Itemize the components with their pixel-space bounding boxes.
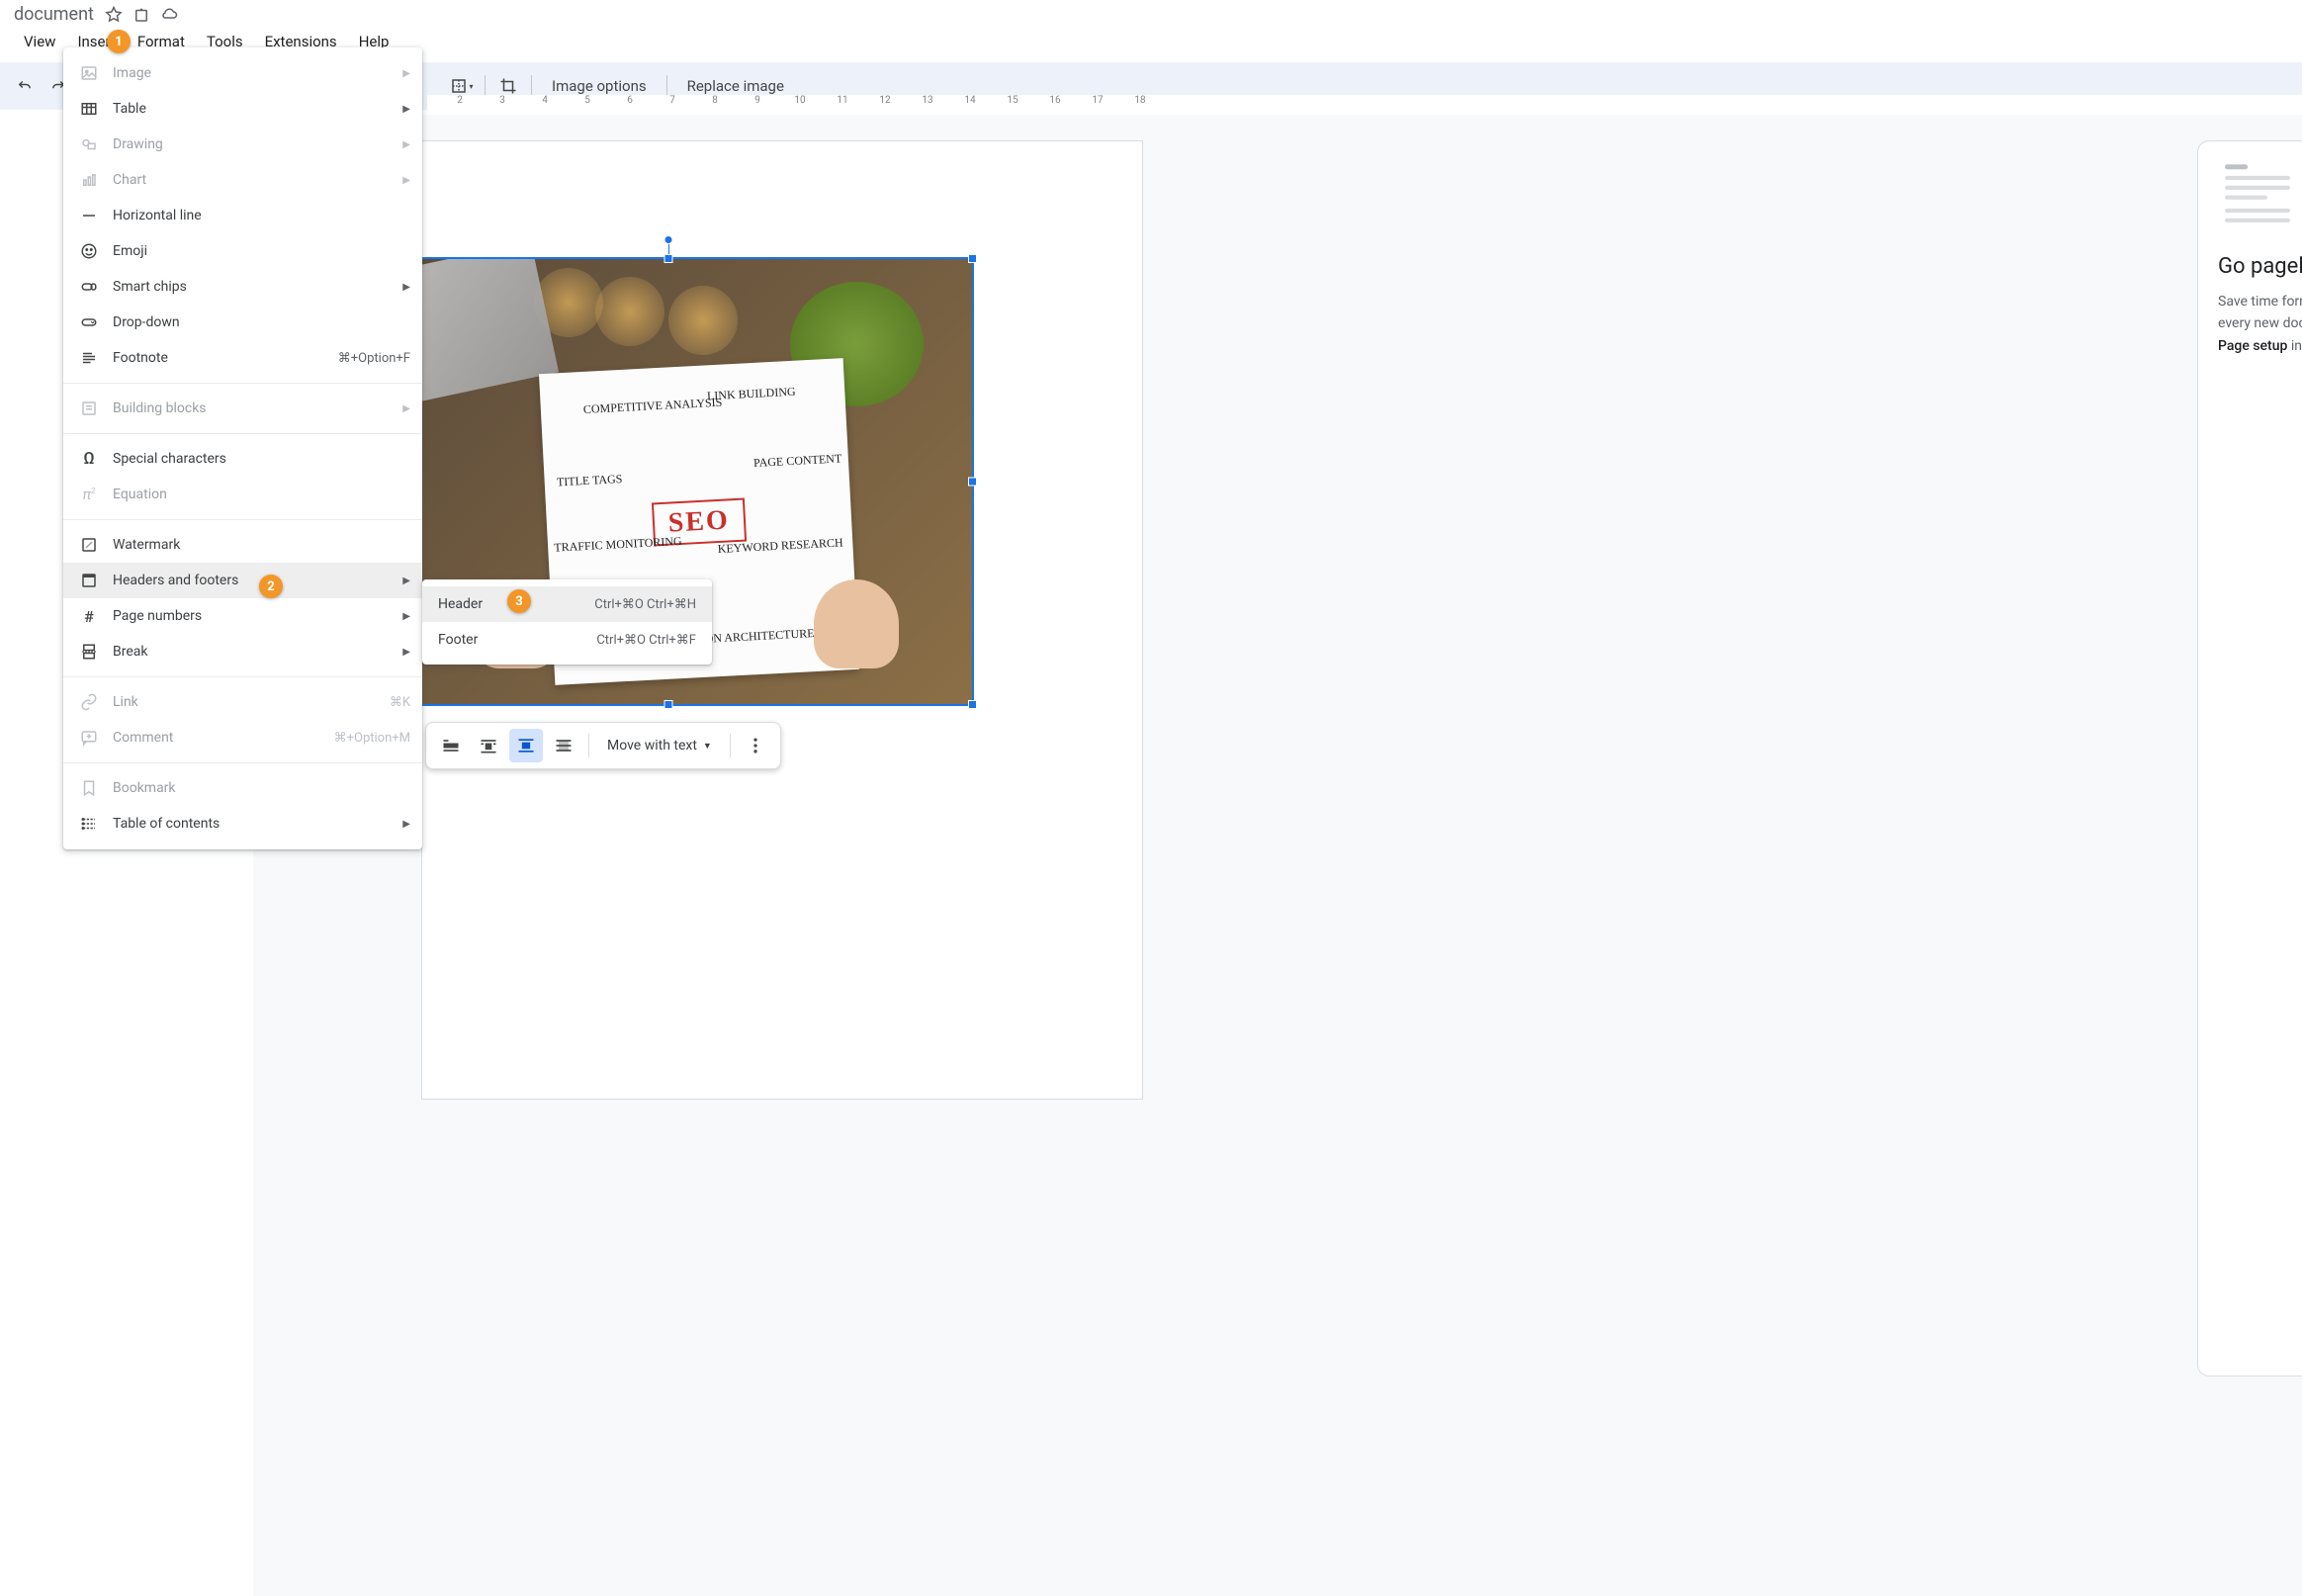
insert-chart: Chart▶ — [63, 162, 422, 198]
insert-headers-and-footers[interactable]: Headers and footers▶ — [63, 563, 422, 598]
wrap-text-button[interactable] — [472, 729, 505, 762]
callout-1: 1 — [107, 30, 131, 53]
chevron-right-icon: ▶ — [402, 175, 410, 186]
image-float-toolbar: Move with text▼ — [425, 722, 781, 769]
document-title[interactable]: document — [14, 4, 94, 25]
insert-comment: Comment⌘+Option+M — [63, 720, 422, 755]
chevron-right-icon: ▶ — [402, 611, 410, 622]
chevron-right-icon: ▶ — [402, 403, 410, 414]
blocks-icon — [79, 399, 99, 418]
callout-3: 3 — [507, 589, 531, 613]
chevron-right-icon: ▶ — [402, 68, 410, 79]
chevron-right-icon: ▶ — [402, 104, 410, 115]
behind-text-button[interactable] — [547, 729, 580, 762]
footnote-icon — [79, 348, 99, 368]
chips-icon — [79, 277, 99, 297]
insert-drop-down[interactable]: Drop-down — [63, 305, 422, 340]
insert-table[interactable]: Table▶ — [63, 91, 422, 127]
chevron-right-icon: ▶ — [402, 819, 410, 830]
comment-icon — [79, 728, 99, 748]
insert-dropdown-menu: Image▶Table▶Drawing▶Chart▶Horizontal lin… — [63, 47, 422, 849]
rotate-handle[interactable] — [664, 235, 672, 244]
resize-handle[interactable] — [664, 254, 672, 263]
resize-handle[interactable] — [968, 700, 977, 709]
image-icon — [79, 63, 99, 83]
insert-drawing: Drawing▶ — [63, 127, 422, 162]
cloud-icon[interactable] — [159, 5, 179, 25]
insert-break[interactable]: Break▶ — [63, 634, 422, 669]
insert-horizontal-line[interactable]: Horizontal line — [63, 198, 422, 233]
submenu-header[interactable]: HeaderCtrl+⌘O Ctrl+⌘H — [422, 586, 712, 622]
chevron-right-icon: ▶ — [402, 576, 410, 586]
insert-table-of-contents[interactable]: Table of contents▶ — [63, 806, 422, 842]
move-icon[interactable] — [132, 5, 151, 25]
callout-2: 2 — [259, 575, 283, 598]
insert-page-numbers[interactable]: #Page numbers▶ — [63, 598, 422, 634]
undo-button[interactable] — [10, 71, 40, 101]
link-icon — [79, 692, 99, 712]
resize-handle[interactable] — [664, 700, 672, 709]
pageless-title: Go pagele — [2218, 254, 2302, 279]
star-icon[interactable] — [104, 5, 124, 25]
insert-building-blocks: Building blocks▶ — [63, 391, 422, 426]
chart-icon — [79, 170, 99, 190]
pageless-side-card: Go pagele Save time forma every new docu… — [2197, 140, 2302, 1376]
insert-link: Link⌘K — [63, 684, 422, 720]
break-icon — [79, 642, 99, 662]
submenu-footer[interactable]: FooterCtrl+⌘O Ctrl+⌘F — [422, 622, 712, 658]
toc-icon — [79, 814, 99, 834]
break-text-button[interactable] — [509, 729, 543, 762]
bookmark-icon — [79, 778, 99, 798]
headers-icon — [79, 571, 99, 590]
insert-smart-chips[interactable]: Smart chips▶ — [63, 269, 422, 305]
resize-handle[interactable] — [968, 478, 977, 487]
menu-view[interactable]: View — [14, 29, 65, 54]
chevron-right-icon: ▶ — [402, 647, 410, 658]
hr-icon — [79, 206, 99, 225]
drawing-icon — [79, 134, 99, 154]
dropdown-icon — [79, 312, 99, 332]
omega-icon: Ω — [79, 449, 99, 469]
chevron-right-icon: ▶ — [402, 282, 410, 293]
ruler: 23456789101112131415161718 — [427, 95, 2302, 115]
inline-wrap-button[interactable] — [434, 729, 468, 762]
pi-icon: π2 — [79, 485, 99, 504]
chevron-right-icon: ▶ — [402, 139, 410, 150]
insert-emoji[interactable]: Emoji — [63, 233, 422, 269]
headers-footers-submenu: HeaderCtrl+⌘O Ctrl+⌘HFooterCtrl+⌘O Ctrl+… — [422, 579, 712, 665]
insert-watermark[interactable]: Watermark — [63, 527, 422, 563]
insert-bookmark: Bookmark — [63, 770, 422, 806]
table-icon — [79, 99, 99, 119]
insert-image: Image▶ — [63, 55, 422, 91]
emoji-icon — [79, 241, 99, 261]
insert-special-characters[interactable]: ΩSpecial characters — [63, 441, 422, 477]
more-options-button[interactable] — [739, 729, 772, 762]
pagenum-icon: # — [79, 606, 99, 626]
watermark-icon — [79, 535, 99, 555]
insert-equation: π2Equation — [63, 477, 422, 512]
move-with-text-dropdown[interactable]: Move with text▼ — [597, 729, 722, 762]
insert-footnote[interactable]: Footnote⌘+Option+F — [63, 340, 422, 376]
pageless-body: Save time forma every new docun Page set… — [2218, 291, 2302, 357]
resize-handle[interactable] — [968, 254, 977, 263]
